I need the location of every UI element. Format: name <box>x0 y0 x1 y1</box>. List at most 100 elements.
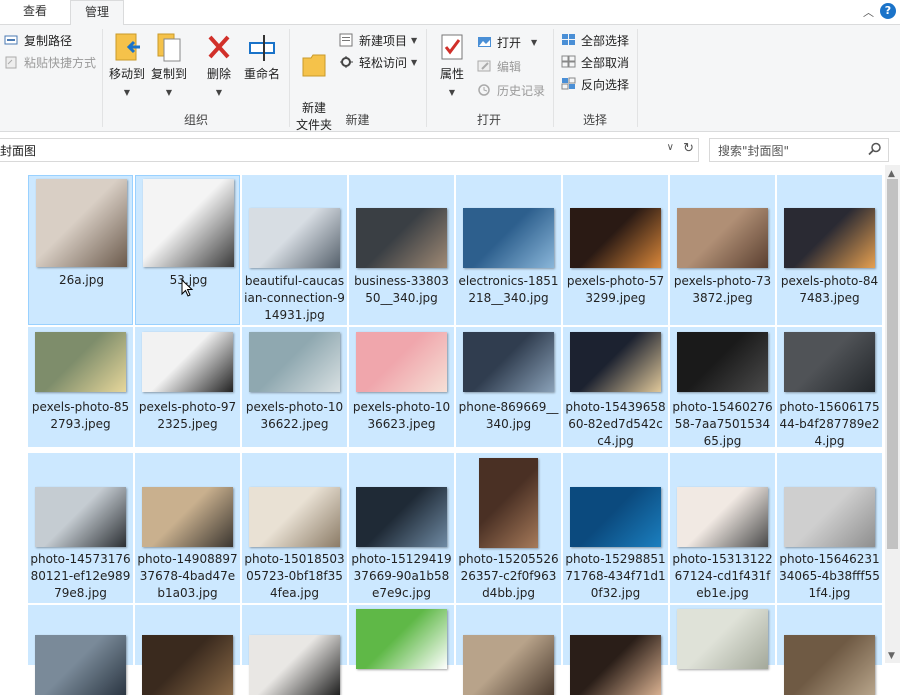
select-none-icon <box>561 55 576 68</box>
file-thumbnail <box>784 635 875 695</box>
address-dropdown-icon[interactable]: ∨ <box>667 142 674 153</box>
file-item[interactable]: business-3380350__340.jpg <box>349 175 454 325</box>
folder-icon <box>302 54 326 77</box>
easy-access-button[interactable]: 轻松访问 ▼ <box>339 53 421 73</box>
file-thumbnail <box>356 332 447 392</box>
file-item[interactable]: photo-1560617544-b4f287789e24.jpg <box>777 327 882 448</box>
file-thumbnail <box>677 332 768 392</box>
history-label: 历史记录 <box>497 84 546 98</box>
file-item[interactable]: photo-1490889737678-4bad47eb1a03.jpg <box>135 453 240 603</box>
file-item[interactable]: photo-1512941937669-90a1b58e7e9c.jpg <box>349 453 454 603</box>
file-name: pexels-photo-852793.jpeg <box>31 400 130 431</box>
file-name: photo-1531312267124-cd1f431feb1e.jpg <box>672 552 773 600</box>
invert-selection-button[interactable]: 反向选择 <box>561 75 641 95</box>
file-item[interactable] <box>135 605 240 695</box>
file-item[interactable]: pexels-photo-1036623.jpeg <box>349 327 454 447</box>
edit-button[interactable]: 编辑 <box>477 57 547 77</box>
file-item[interactable]: phone-869669__340.jpg <box>456 327 561 447</box>
copy-to-button[interactable]: 复制到 ▼ <box>148 31 190 101</box>
file-item[interactable]: pexels-photo-733872.jpeg <box>670 175 775 325</box>
file-item[interactable]: pexels-photo-847483.jpeg <box>777 175 882 325</box>
file-item[interactable]: beautiful-caucasian-connection-914931.jp… <box>242 175 347 325</box>
file-thumbnail <box>784 487 875 547</box>
open-button[interactable]: 打开 ▼ <box>477 33 547 53</box>
chevron-down-icon: ▼ <box>531 38 538 47</box>
file-item[interactable]: pexels-photo-852793.jpeg <box>28 327 133 447</box>
move-to-button[interactable]: 移动到 ▼ <box>106 31 148 101</box>
vertical-scrollbar[interactable]: ▲ ▼ <box>885 165 900 663</box>
scroll-up-icon[interactable]: ▲ <box>888 169 895 179</box>
group-label-organize: 组织 <box>183 113 208 127</box>
tab-view[interactable]: 查看 <box>0 0 70 24</box>
file-item[interactable] <box>242 605 347 695</box>
help-icon[interactable]: ? <box>880 3 896 19</box>
file-thumbnail <box>570 332 661 392</box>
file-thumbnail <box>35 332 126 392</box>
rename-label: 重命名 <box>243 67 280 81</box>
file-item[interactable]: pexels-photo-972325.jpeg <box>135 327 240 447</box>
file-item[interactable]: 26a.jpg <box>28 175 133 325</box>
file-item[interactable] <box>28 605 133 695</box>
search-icon[interactable] <box>868 142 882 156</box>
history-button[interactable]: 历史记录 <box>477 81 547 101</box>
properties-button[interactable]: 属性 ▼ <box>432 31 472 101</box>
group-divider <box>102 29 103 127</box>
paste-shortcut-icon <box>5 56 17 69</box>
file-name: pexels-photo-972325.jpeg <box>138 400 237 431</box>
address-bar[interactable]: 封面图 ∨ ↻ <box>0 138 699 162</box>
file-name: electronics-1851218__340.jpg <box>458 274 559 305</box>
file-name: photo-1529885171768-434f71d10f32.jpg <box>565 552 666 600</box>
delete-button[interactable]: 删除 ▼ <box>198 31 240 101</box>
file-item[interactable]: 53.jpg <box>135 175 240 325</box>
search-input[interactable]: 搜索"封面图" <box>718 142 789 159</box>
chevron-down-icon: ▼ <box>448 88 456 97</box>
file-name: photo-1564623134065-4b38fff551f4.jpg <box>779 552 880 600</box>
scroll-down-icon[interactable]: ▼ <box>888 651 895 661</box>
file-item[interactable]: electronics-1851218__340.jpg <box>456 175 561 325</box>
file-item[interactable] <box>456 605 561 695</box>
select-none-button[interactable]: 全部取消 <box>561 53 641 73</box>
file-item[interactable]: photo-1520552626357-c2f0f963d4bb.jpg <box>456 453 561 603</box>
file-item[interactable]: pexels-photo-573299.jpeg <box>563 175 668 325</box>
file-item[interactable] <box>777 605 882 695</box>
file-thumbnail <box>463 635 554 695</box>
move-to-icon <box>115 33 140 61</box>
file-item[interactable]: photo-1546027658-7aa750153465.jpg <box>670 327 775 448</box>
file-item[interactable]: pexels-photo-1036622.jpeg <box>242 327 347 447</box>
file-item[interactable]: photo-1501850305723-0bf18f354fea.jpg <box>242 453 347 603</box>
new-item-button[interactable]: 新建项目 ▼ <box>339 31 421 51</box>
file-thumbnail <box>142 332 233 392</box>
file-item[interactable] <box>563 605 668 695</box>
file-name: photo-1501850305723-0bf18f354fea.jpg <box>244 552 345 600</box>
address-path[interactable]: 封面图 <box>0 142 36 159</box>
file-item[interactable]: photo-1457317680121-ef12e98979e8.jpg <box>28 453 133 603</box>
select-all-button[interactable]: 全部选择 <box>561 31 641 51</box>
rename-button[interactable]: 重命名 <box>240 31 284 83</box>
file-item[interactable]: photo-1529885171768-434f71d10f32.jpg <box>563 453 668 603</box>
delete-label: 删除 <box>206 67 231 81</box>
search-box[interactable]: 搜索"封面图" <box>709 138 889 162</box>
ribbon: 复制路径 粘贴快捷方式 移动到 ▼ 复制到 ▼ 删除 ▼ 重命名 组织 新建 文件夹 … <box>0 25 900 132</box>
file-item[interactable] <box>349 605 454 669</box>
refresh-icon[interactable]: ↻ <box>683 141 694 156</box>
paste-shortcut-button[interactable]: 粘贴快捷方式 <box>4 53 99 73</box>
file-thumbnail <box>249 208 340 268</box>
mouse-cursor-icon <box>181 279 194 297</box>
group-divider <box>426 29 427 127</box>
file-item[interactable]: photo-1531312267124-cd1f431feb1e.jpg <box>670 453 775 603</box>
easy-access-icon <box>340 56 353 68</box>
minimize-ribbon-icon[interactable]: ︿ <box>863 4 874 20</box>
file-item[interactable]: photo-1543965860-82ed7d542cc4.jpg <box>563 327 668 448</box>
scroll-thumb[interactable] <box>887 179 898 549</box>
copy-path-icon <box>4 35 18 45</box>
chevron-down-icon: ▼ <box>411 58 418 67</box>
ribbon-tab-bar: 查看 管理 ︿ ? <box>0 0 900 26</box>
tab-manage[interactable]: 管理 <box>70 0 124 26</box>
file-item[interactable] <box>670 605 775 669</box>
file-thumbnail <box>784 208 875 268</box>
file-item[interactable]: photo-1564623134065-4b38fff551f4.jpg <box>777 453 882 603</box>
copy-path-button[interactable]: 复制路径 <box>4 31 99 51</box>
edit-label: 编辑 <box>497 60 522 74</box>
file-thumbnail <box>570 487 661 547</box>
file-thumbnail <box>570 635 661 695</box>
